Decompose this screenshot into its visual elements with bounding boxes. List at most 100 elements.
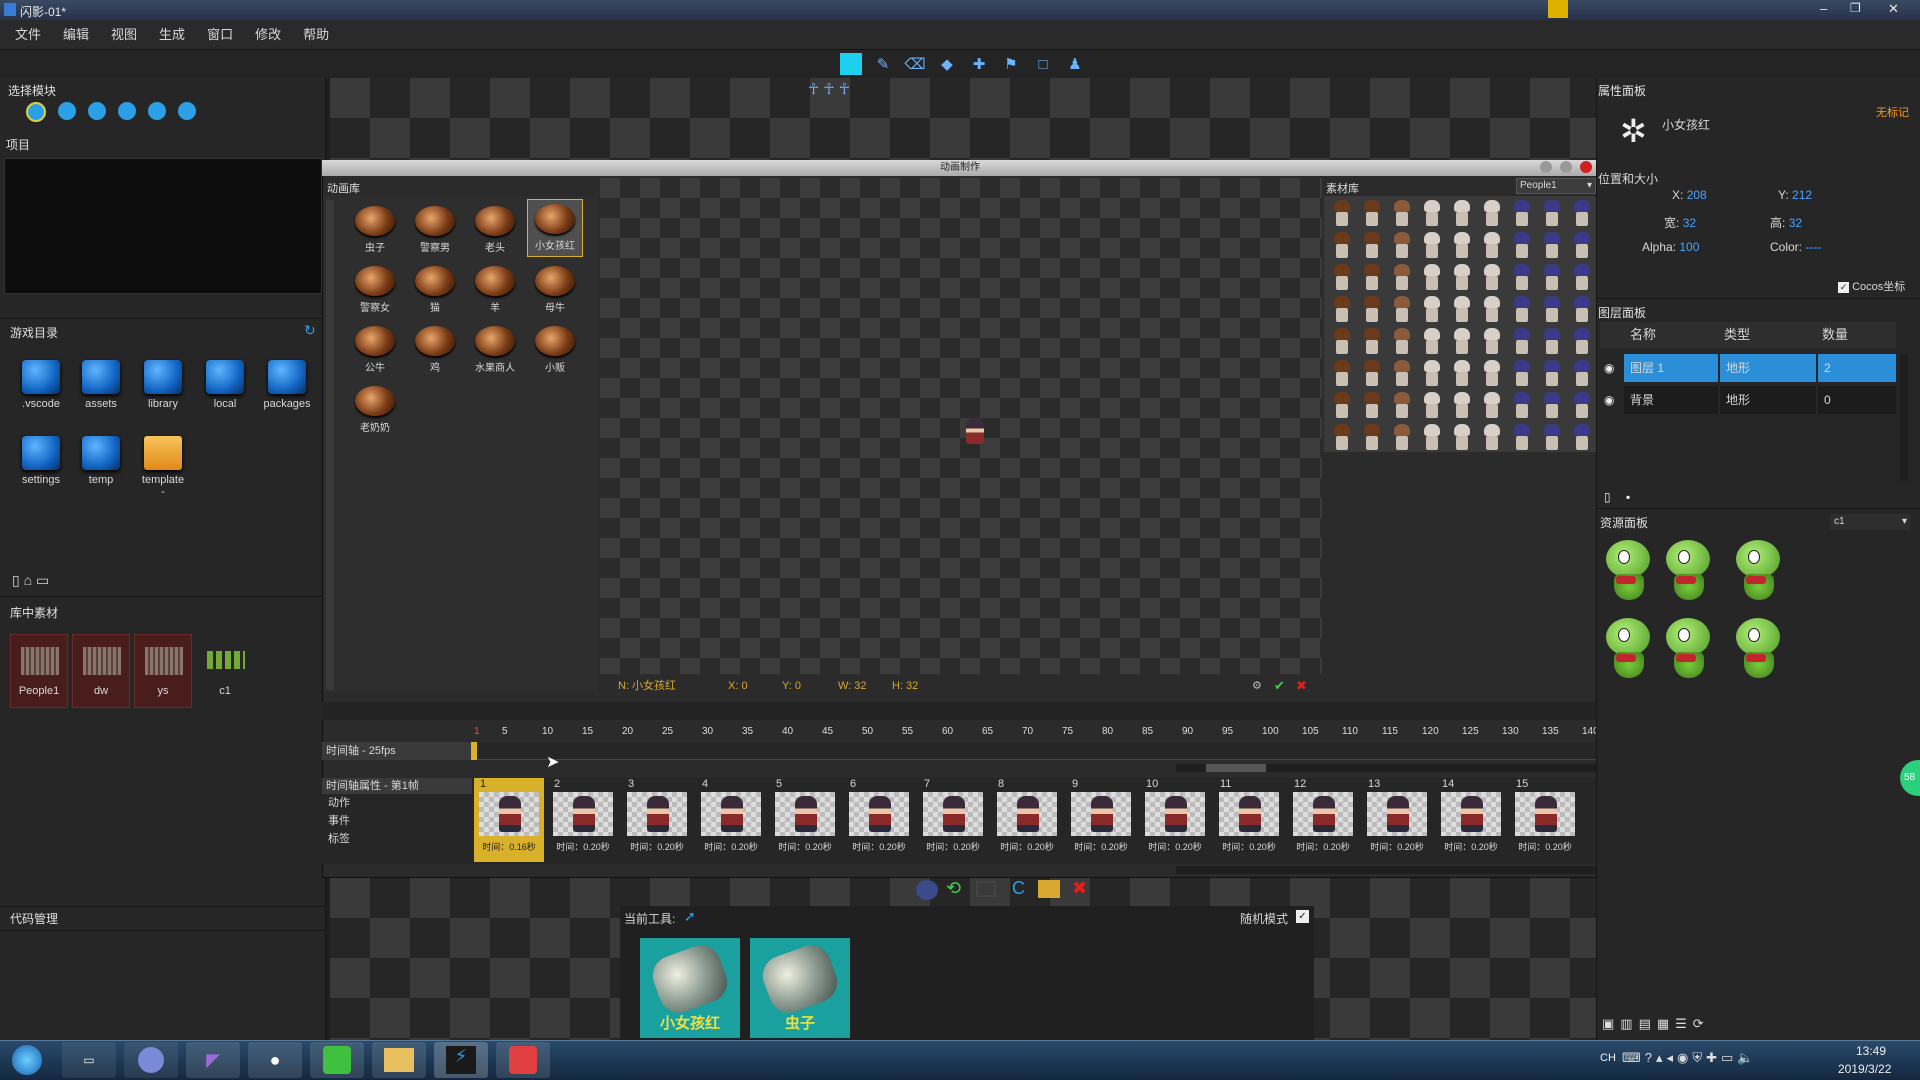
h-prop[interactable]: 高: 32 [1770,214,1802,231]
frame-scrollbar[interactable] [1176,866,1596,874]
material-sprite[interactable] [1450,392,1474,420]
tool-tile-girl[interactable]: 小女孩红 [640,938,740,1038]
layers-scrollbar[interactable] [1900,354,1908,482]
picker-icon[interactable]: ✚ [968,53,990,75]
resource-snake[interactable] [1600,536,1660,604]
frame[interactable]: 6 时间：0.20秒 [844,778,914,862]
material-sprite[interactable] [1450,296,1474,324]
material-sprite[interactable] [1540,360,1564,388]
alert-icon[interactable] [1548,0,1568,18]
material-sprite[interactable] [1420,392,1444,420]
material-sprite[interactable] [1570,232,1594,260]
material-sprite[interactable] [1420,424,1444,452]
material-sprite[interactable] [1360,392,1384,420]
layer-row[interactable]: ◉ 背景 地形 0 [1600,386,1896,414]
material-sprite[interactable] [1480,200,1504,228]
timeline-ruler[interactable]: 1 5 10 15 20 25 30 35 40 45 50 55 60 65 70 75 80 85 90 95 10… [474,724,1599,742]
material-sprite[interactable] [1390,264,1414,292]
module-cocos-icon[interactable] [26,102,46,122]
c-icon[interactable]: C [1012,878,1025,899]
minimize-icon[interactable]: – [1820,1,1827,16]
frame[interactable]: 11 时间：0.20秒 [1214,778,1284,862]
settings-icon[interactable]: ⚙ [1252,676,1262,696]
material-sprite[interactable] [1510,232,1534,260]
anim-preview-canvas[interactable] [600,178,1322,674]
stamp-icon[interactable]: ♟ [1064,53,1086,75]
anim-item[interactable]: 警察男 [408,202,462,254]
material-sprite[interactable] [1570,200,1594,228]
restore-icon[interactable]: ❐ [1850,1,1861,15]
material-sprite[interactable] [1510,296,1534,324]
material-sprite[interactable] [1330,360,1354,388]
material-sprite[interactable] [1480,424,1504,452]
folder-template[interactable]: template - [134,436,192,498]
material-sprite[interactable] [1480,232,1504,260]
folder-packages[interactable]: packages [258,360,316,410]
layer-row-selected[interactable]: ◉ 图层 1 地形 2 [1600,354,1896,382]
material-sprite[interactable] [1540,424,1564,452]
select-rect-icon[interactable] [840,53,862,75]
fill-bucket-icon[interactable]: ◆ [936,53,958,75]
folder-vscode[interactable]: .vscode [12,360,70,410]
taskbar-app[interactable] [372,1042,426,1078]
start-button[interactable] [2,1042,52,1078]
taskbar-app[interactable]: ▭ [62,1042,116,1078]
win-min-icon[interactable] [1540,161,1552,173]
material-sprite[interactable] [1570,264,1594,292]
resource-tool-icons[interactable]: ▣▥▤▦☰⟳ [1602,1016,1710,1032]
new-layer-icon[interactable]: ▯ [1604,490,1611,504]
lib-item-c1[interactable]: c1 [196,634,254,708]
material-sprite[interactable] [1570,360,1594,388]
timeline-row-label[interactable]: 标签 [322,830,472,848]
lang-indicator[interactable]: CH [1600,1052,1616,1064]
w-prop[interactable]: 宽: 32 [1664,214,1696,231]
material-sprite[interactable] [1540,200,1564,228]
win-max-icon[interactable] [1560,161,1572,173]
confirm-icon[interactable]: ✔ [1274,676,1285,696]
material-sprite[interactable] [1480,296,1504,324]
material-sprite[interactable] [1330,200,1354,228]
frame[interactable]: 13 时间：0.20秒 [1362,778,1432,862]
eye-icon[interactable]: ◉ [1604,354,1614,382]
material-sprite[interactable] [1330,392,1354,420]
anim-item[interactable]: 羊 [468,262,522,314]
close-icon[interactable]: ✕ [1888,1,1899,17]
material-sprite[interactable] [1510,200,1534,228]
material-sprite[interactable] [1420,296,1444,324]
frame[interactable]: 12 时间：0.20秒 [1288,778,1358,862]
anim-item[interactable]: 虫子 [348,202,402,254]
material-sprite[interactable] [1510,392,1534,420]
material-sprite[interactable] [1540,328,1564,356]
frame[interactable]: 4 时间：0.20秒 [696,778,766,862]
x-prop[interactable]: X: 208 [1672,188,1707,202]
taskbar-app[interactable]: ● [248,1042,302,1078]
material-sprite[interactable] [1390,296,1414,324]
anim-item-selected[interactable]: 小女孩红 [527,199,583,257]
material-sprite[interactable] [1480,328,1504,356]
flag-icon[interactable]: ⚑ [1000,53,1022,75]
material-sprite[interactable] [1360,360,1384,388]
lib-item-ys[interactable]: ys [134,634,192,708]
material-sprite[interactable] [1570,424,1594,452]
frame[interactable]: 9 时间：0.20秒 [1066,778,1136,862]
material-sprite-grid[interactable] [1324,196,1598,452]
playhead-marker[interactable] [471,742,477,760]
anim-item[interactable]: 水果商人 [468,322,522,374]
tool-tile-bug[interactable]: 虫子 [750,938,850,1038]
taskbar-app[interactable] [496,1042,550,1078]
menu-window[interactable]: 窗口 [196,20,244,50]
material-sprite[interactable] [1330,232,1354,260]
ellipse-tool-icon[interactable] [916,880,938,900]
cycle-icon[interactable]: ⟲ [946,878,961,899]
anim-item[interactable]: 老奶奶 [348,382,402,434]
material-sprite[interactable] [1450,424,1474,452]
cocos-checkbox[interactable]: ✓ [1838,282,1849,293]
menu-view[interactable]: 视图 [100,20,148,50]
frame[interactable]: 3 时间：0.20秒 [622,778,692,862]
anim-item[interactable]: 警察女 [348,262,402,314]
taskbar-app[interactable] [124,1042,178,1078]
material-sprite[interactable] [1570,328,1594,356]
material-sprite[interactable] [1420,232,1444,260]
file-tool-icons[interactable]: ▯ ⌂ ▭ [12,572,49,589]
timeline-row-event[interactable]: 事件 [322,812,472,830]
